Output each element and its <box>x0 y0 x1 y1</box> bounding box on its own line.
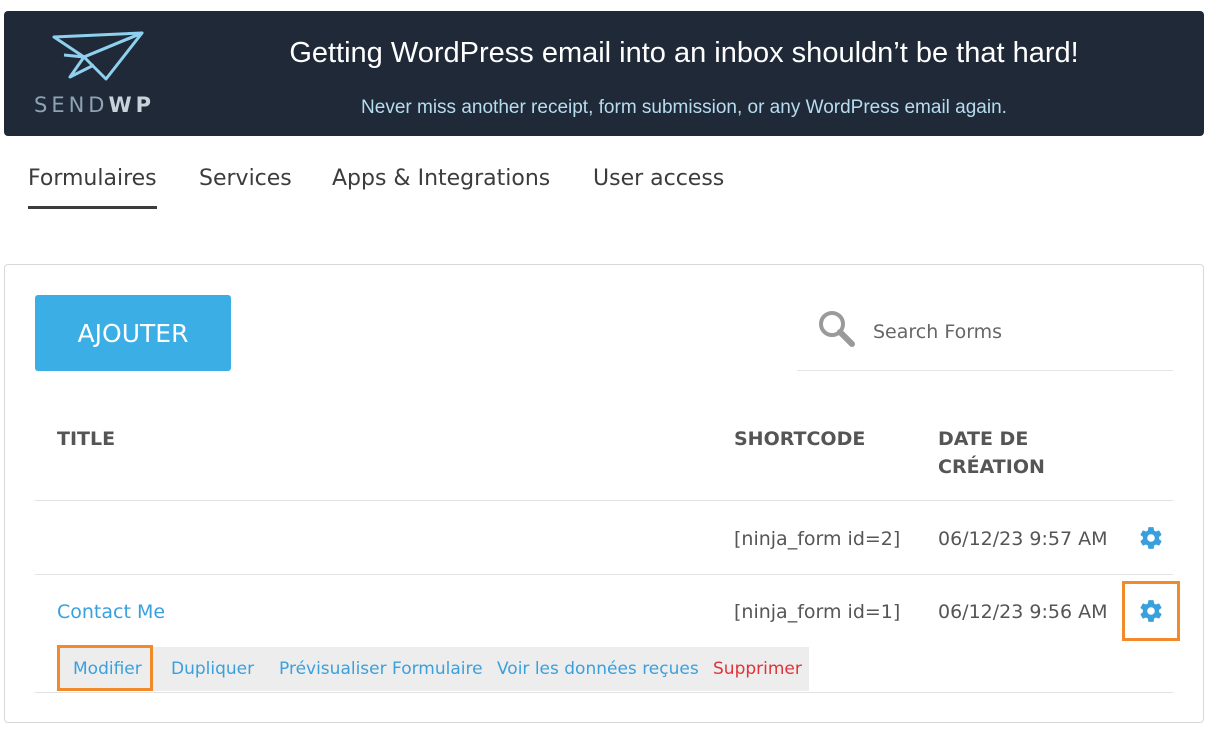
banner-headline: Getting WordPress email into an inbox sh… <box>289 37 1079 69</box>
logo-wordmark: SENDWP <box>34 93 156 117</box>
column-header-title[interactable]: TITLE <box>57 425 115 453</box>
modifier-highlight <box>57 645 153 691</box>
row-actions: Modifier Dupliquer Prévisualiser Formula… <box>57 647 809 691</box>
form-shortcode: [ninja_form id=1] <box>734 601 901 623</box>
column-header-date-line2: CRÉATION <box>938 456 1045 478</box>
tab-user-access[interactable]: User access <box>593 166 724 191</box>
form-title-link[interactable]: Contact Me <box>57 601 165 623</box>
banner-subline: Never miss another receipt, form submiss… <box>361 97 1007 118</box>
table-divider <box>35 500 1173 501</box>
form-shortcode: [ninja_form id=2] <box>734 528 901 550</box>
add-form-button[interactable]: AJOUTER <box>35 295 231 371</box>
column-header-date[interactable]: DATE DE CRÉATION <box>938 425 1045 481</box>
gear-icon[interactable] <box>1138 598 1164 624</box>
tab-services[interactable]: Services <box>199 166 292 191</box>
paper-plane-icon <box>52 31 144 81</box>
table-divider <box>35 692 1173 693</box>
delete-form-link[interactable]: Supprimer <box>713 659 802 679</box>
form-date: 06/12/23 9:56 AM <box>938 601 1108 623</box>
column-header-shortcode[interactable]: SHORTCODE <box>734 425 865 453</box>
view-submissions-link[interactable]: Voir les données reçues <box>497 659 699 679</box>
column-header-date-line1: DATE DE <box>938 428 1029 450</box>
forms-panel: AJOUTER TITLE SHORTCODE DATE DE CRÉATION… <box>4 264 1204 723</box>
search-icon <box>819 311 855 347</box>
preview-form-link[interactable]: Prévisualiser Formulaire <box>279 659 483 679</box>
search-input[interactable] <box>873 313 1163 351</box>
form-date: 06/12/23 9:57 AM <box>938 528 1108 550</box>
table-divider <box>35 574 1173 575</box>
sendwp-banner[interactable]: SENDWP Getting WordPress email into an i… <box>4 11 1204 136</box>
duplicate-form-link[interactable]: Dupliquer <box>171 659 254 679</box>
tab-apps-integrations[interactable]: Apps & Integrations <box>332 166 550 191</box>
search-box <box>797 293 1173 371</box>
gear-icon[interactable] <box>1138 525 1164 551</box>
tab-formulaires[interactable]: Formulaires <box>28 166 157 209</box>
sendwp-logo: SENDWP <box>32 31 172 121</box>
